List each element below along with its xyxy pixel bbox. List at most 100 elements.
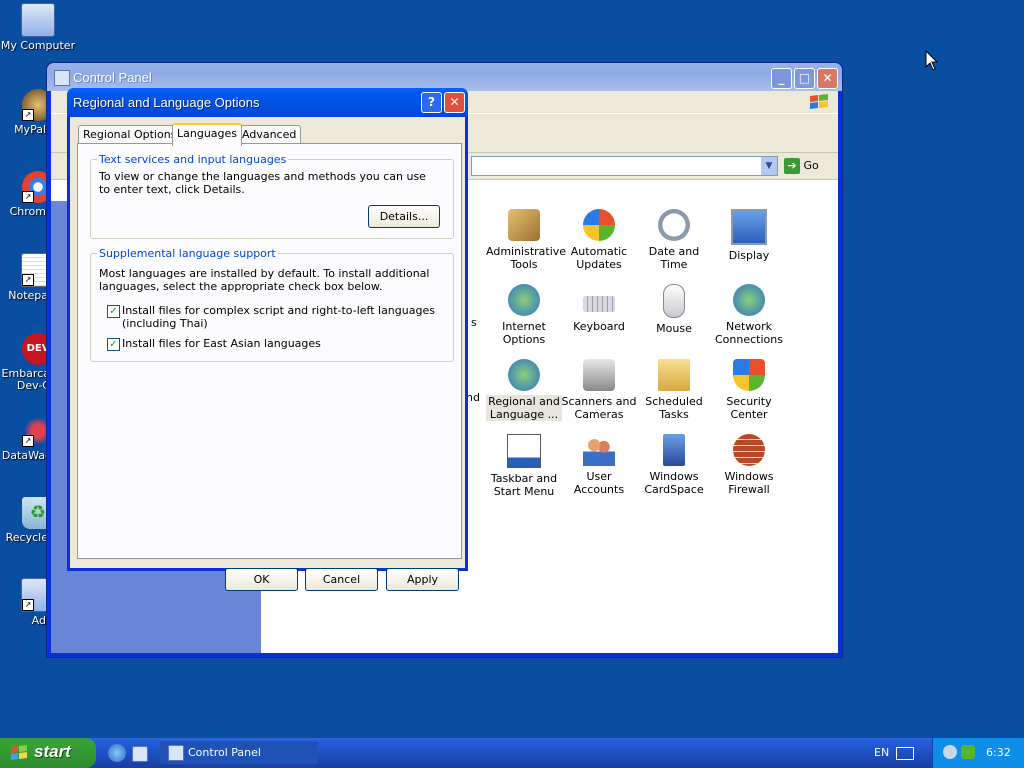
- east-asian-checkbox[interactable]: ✓: [107, 338, 120, 351]
- cp-item-automatic-updates[interactable]: Automatic Updates: [561, 209, 637, 271]
- shortcut-arrow-icon: ↗: [22, 435, 34, 447]
- cp-item-scanners-cameras[interactable]: Scanners and Cameras: [561, 359, 637, 421]
- complex-script-checkbox[interactable]: ✓: [107, 305, 120, 318]
- go-button[interactable]: ➔ Go: [784, 156, 828, 176]
- regional-language-icon: [508, 359, 540, 391]
- dialog-title: Regional and Language Options: [73, 95, 260, 110]
- internet-explorer-icon[interactable]: [108, 744, 126, 762]
- system-tray: 6:32: [932, 738, 1024, 768]
- administrative-tools-icon: [508, 209, 540, 241]
- scanners-cameras-icon: [583, 359, 615, 391]
- cp-item-scheduled-tasks[interactable]: Scheduled Tasks: [636, 359, 712, 421]
- text-services-description: To view or change the languages and meth…: [99, 170, 426, 196]
- network-tray-icon[interactable]: [943, 745, 957, 759]
- cp-item-label: Windows Firewall: [724, 470, 774, 496]
- cp-item-label: Scanners and Cameras: [561, 395, 637, 421]
- go-label: Go: [803, 159, 819, 172]
- tab-regional-options[interactable]: Regional Options: [78, 125, 182, 144]
- mouse-pointer-icon: [925, 50, 939, 71]
- keyboard-icon: [583, 296, 615, 312]
- cp-item-regional-language[interactable]: Regional and Language ...: [486, 359, 562, 421]
- dialog-close-button[interactable]: ✕: [444, 92, 465, 113]
- cp-item-date-time[interactable]: Date and Time: [636, 209, 712, 271]
- cp-item-label: Automatic Updates: [570, 245, 628, 271]
- taskbar: start Control Panel EN 6:32: [0, 738, 1024, 768]
- cp-item-label: Windows CardSpace: [644, 470, 704, 496]
- desktop-icon-label: My Computer: [0, 39, 76, 52]
- language-indicator[interactable]: EN: [874, 746, 889, 759]
- date-time-icon: [658, 209, 690, 241]
- control-panel-app-icon: [54, 70, 70, 86]
- start-label: start: [34, 742, 71, 761]
- tab-languages[interactable]: Languages: [172, 123, 243, 146]
- my-computer-icon: [21, 3, 55, 37]
- address-dropdown-icon[interactable]: ▼: [761, 157, 777, 175]
- dialog-titlebar[interactable]: Regional and Language Options ? ✕: [67, 88, 468, 117]
- obscured-item-fragment: s: [471, 316, 477, 329]
- windows-cardspace-icon: [663, 434, 685, 466]
- cp-item-label: Scheduled Tasks: [645, 395, 703, 421]
- security-tray-icon[interactable]: [961, 745, 975, 759]
- shortcut-arrow-icon: ↗: [22, 274, 34, 286]
- windows-flag-icon: [11, 745, 27, 760]
- scheduled-tasks-icon: [658, 359, 690, 391]
- cp-item-windows-cardspace[interactable]: Windows CardSpace: [636, 434, 712, 496]
- go-arrow-icon: ➔: [784, 158, 800, 174]
- cp-item-administrative-tools[interactable]: Administrative Tools: [486, 209, 567, 271]
- supplemental-language-group: Supplemental language support Most langu…: [90, 247, 454, 362]
- control-panel-titlebar[interactable]: Control Panel _ □ ✕: [47, 63, 842, 91]
- taskbar-item-control-panel[interactable]: Control Panel: [160, 741, 318, 764]
- cp-item-label: Regional and Language ...: [486, 395, 562, 421]
- security-center-icon: [733, 359, 765, 391]
- dialog-body: Regional Options Languages Advanced Text…: [70, 117, 465, 591]
- shortcut-arrow-icon: ↗: [22, 191, 34, 203]
- help-button[interactable]: ?: [421, 92, 442, 113]
- obscured-item-fragment: nd: [466, 391, 480, 404]
- control-panel-task-icon: [168, 745, 184, 761]
- show-desktop-icon[interactable]: [132, 746, 148, 762]
- cp-item-keyboard[interactable]: Keyboard: [561, 284, 637, 333]
- display-icon: [731, 209, 767, 245]
- desktop-icon-my-computer[interactable]: My Computer: [0, 3, 76, 52]
- tab-advanced[interactable]: Advanced: [237, 125, 302, 144]
- cp-item-taskbar-start-menu[interactable]: Taskbar and Start Menu: [486, 434, 562, 498]
- mouse-icon: [663, 284, 685, 318]
- cp-item-display[interactable]: Display: [711, 209, 787, 262]
- cp-item-label: Security Center: [726, 395, 772, 421]
- cp-item-label: Display: [728, 249, 770, 262]
- keyboard-layout-icon[interactable]: [896, 747, 914, 760]
- cp-item-network-connections[interactable]: Network Connections: [711, 284, 787, 346]
- automatic-updates-icon: [583, 209, 615, 241]
- cp-item-label: Internet Options: [502, 320, 546, 346]
- maximize-button[interactable]: □: [794, 68, 815, 89]
- minimize-button[interactable]: _: [771, 68, 792, 89]
- close-button[interactable]: ✕: [817, 68, 838, 89]
- cp-item-label: Keyboard: [573, 320, 625, 333]
- windows-firewall-icon: [733, 434, 765, 466]
- address-input[interactable]: ▼: [471, 156, 778, 176]
- taskbar-item-label: Control Panel: [188, 746, 261, 759]
- internet-options-icon: [508, 284, 540, 316]
- cp-item-label: Network Connections: [715, 320, 783, 346]
- cp-item-label: User Accounts: [573, 470, 625, 496]
- cp-item-windows-firewall[interactable]: Windows Firewall: [711, 434, 787, 496]
- text-services-group: Text services and input languages To vie…: [90, 153, 454, 239]
- cp-item-label: Administrative Tools: [486, 245, 567, 271]
- cp-item-mouse[interactable]: Mouse: [636, 284, 712, 335]
- shortcut-arrow-icon: ↗: [22, 109, 34, 121]
- details-button[interactable]: Details...: [368, 205, 440, 228]
- start-button[interactable]: start: [0, 738, 96, 768]
- clock: 6:32: [986, 746, 1011, 759]
- apply-button[interactable]: Apply: [386, 568, 459, 591]
- cp-item-label: Mouse: [656, 322, 692, 335]
- shortcut-arrow-icon: ↗: [22, 599, 34, 611]
- cp-item-internet-options[interactable]: Internet Options: [486, 284, 562, 346]
- cancel-button[interactable]: Cancel: [305, 568, 378, 591]
- complex-script-label: Install files for complex script and rig…: [122, 304, 435, 330]
- cp-item-user-accounts[interactable]: User Accounts: [561, 434, 637, 496]
- control-panel-title: Control Panel: [73, 70, 152, 85]
- ok-button[interactable]: OK: [225, 568, 298, 591]
- cp-item-security-center[interactable]: Security Center: [711, 359, 787, 421]
- text-services-group-label: Text services and input languages: [97, 153, 289, 166]
- regional-language-dialog: Regional and Language Options ? ✕ Region…: [67, 88, 468, 591]
